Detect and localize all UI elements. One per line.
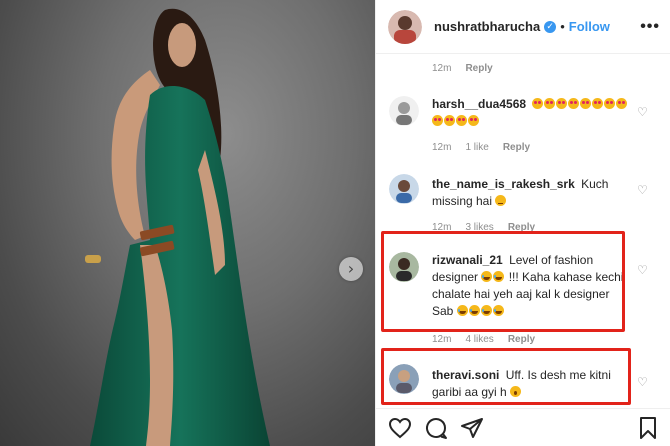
post-photo: › bbox=[0, 0, 375, 446]
commenter-username[interactable]: harsh__dua4568 bbox=[432, 97, 526, 111]
post-header: nushratbharucha ✓ • Follow ••• bbox=[376, 0, 670, 54]
highlight-box bbox=[381, 348, 631, 405]
heart-eyes-emoji-icon bbox=[468, 115, 479, 126]
chevron-right-icon: › bbox=[347, 259, 355, 278]
heart-eyes-emoji-icon bbox=[604, 98, 616, 109]
like-heart-icon[interactable]: ♡ bbox=[637, 264, 649, 276]
reply-button[interactable]: Reply bbox=[503, 142, 530, 153]
like-heart-icon[interactable] bbox=[388, 416, 412, 440]
heart-eyes-emoji-icon bbox=[592, 98, 604, 109]
commenter-username[interactable]: the_name_is_rakesh_srk bbox=[432, 177, 575, 191]
highlight-box bbox=[381, 231, 625, 332]
reply-button[interactable]: Reply bbox=[508, 334, 535, 345]
bookmark-icon[interactable] bbox=[636, 416, 660, 440]
comment-meta: 12m 1 like Reply bbox=[376, 142, 544, 153]
post-sidebar: nushratbharucha ✓ • Follow ••• 12m Reply … bbox=[375, 0, 670, 446]
comment-text: the_name_is_rakesh_srk Kuch missing hai bbox=[432, 176, 632, 210]
heart-eyes-emoji-icon bbox=[616, 98, 628, 109]
post-image bbox=[85, 8, 270, 446]
heart-eyes-emoji-icon bbox=[532, 98, 544, 109]
heart-eyes-emoji-icon bbox=[432, 115, 443, 126]
comment-meta: 12m 4 likes Reply bbox=[376, 334, 549, 345]
heart-eyes-emoji-icon bbox=[580, 98, 592, 109]
comment-likes[interactable]: 1 like bbox=[465, 142, 488, 153]
comment-likes[interactable]: 4 likes bbox=[465, 334, 493, 345]
post-action-bar bbox=[376, 408, 670, 446]
next-image-button[interactable]: › bbox=[339, 257, 363, 281]
share-send-icon[interactable] bbox=[460, 416, 484, 440]
like-heart-icon[interactable]: ♡ bbox=[637, 184, 649, 196]
heart-eyes-emoji-icon bbox=[544, 98, 556, 109]
commenter-avatar[interactable] bbox=[389, 96, 419, 126]
more-options-icon[interactable]: ••• bbox=[640, 18, 660, 36]
heart-eyes-emoji-icon bbox=[444, 115, 455, 126]
reply-button[interactable]: Reply bbox=[465, 63, 492, 74]
author-avatar[interactable] bbox=[388, 9, 422, 44]
author-username[interactable]: nushratbharucha bbox=[434, 19, 540, 34]
thinking-face-icon bbox=[495, 195, 507, 206]
comment-bubble-icon[interactable] bbox=[424, 416, 448, 440]
comment-text: harsh__dua4568 bbox=[432, 96, 632, 130]
like-heart-icon[interactable]: ♡ bbox=[637, 106, 649, 118]
verified-badge-icon: ✓ bbox=[544, 20, 557, 33]
separator-dot: • bbox=[560, 19, 565, 34]
comment-time: 12m bbox=[432, 142, 452, 153]
comment-time: 12m bbox=[432, 334, 452, 345]
heart-eyes-emoji-icon bbox=[568, 98, 580, 109]
comment-time: 12m bbox=[432, 63, 452, 74]
like-heart-icon[interactable]: ♡ bbox=[637, 376, 649, 388]
comments-list: 12m Reply harsh__dua4568 ♡ 12m 1 like Reply bbox=[376, 54, 670, 408]
follow-button[interactable]: Follow bbox=[569, 19, 610, 34]
commenter-avatar[interactable] bbox=[389, 174, 419, 204]
comment-meta: 12m Reply bbox=[376, 63, 507, 74]
heart-eyes-emoji-icon bbox=[556, 98, 568, 109]
heart-eyes-emoji-icon bbox=[456, 115, 467, 126]
